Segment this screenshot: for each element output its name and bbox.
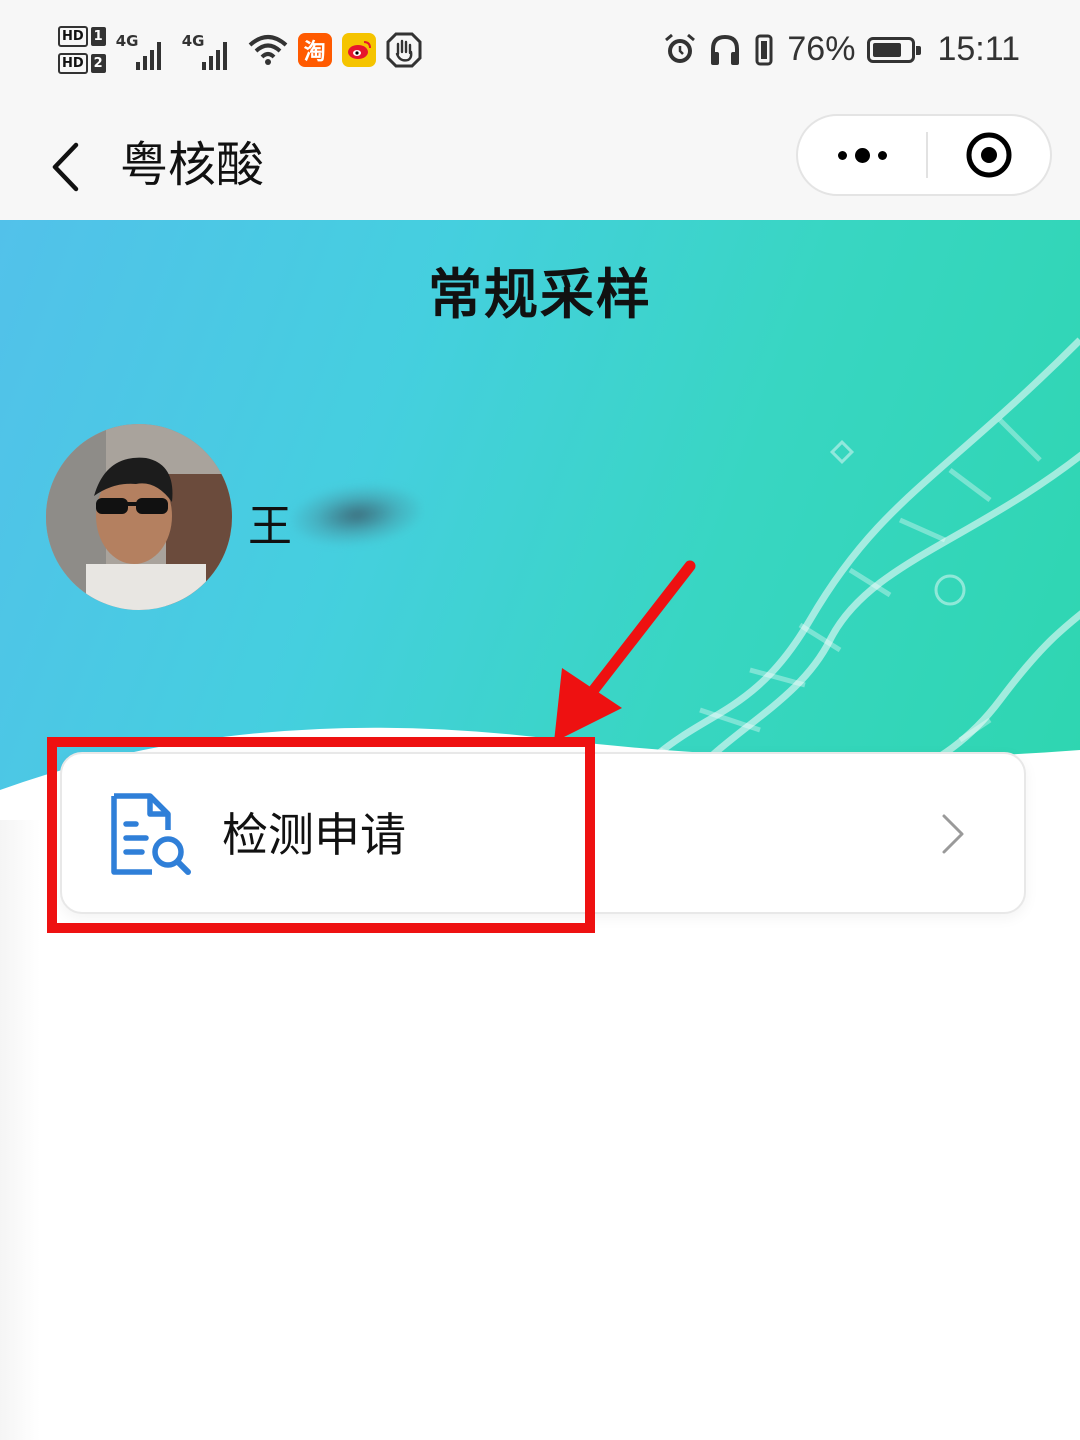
avatar [46,424,232,610]
privacy-blur [289,479,425,551]
sim1-number: 1 [90,27,106,46]
close-mini-program-button[interactable] [928,116,1050,194]
avatar-photo [46,424,232,610]
chevron-left-icon [52,142,79,192]
more-button[interactable] [798,116,926,194]
battery-percent: 76% [787,30,856,68]
chevron-right-icon [942,814,964,854]
more-dots-icon [837,147,887,163]
sim-indicators: HD 1 HD 2 [58,26,106,74]
sim2-number: 2 [90,54,106,73]
taobao-icon-text: 淘 [303,40,326,65]
menu-item-label: 检测申请 [222,808,406,862]
status-left-group: HD 1 HD 2 4G 4G 淘 [58,26,422,74]
sim2-indicator: HD 2 [58,53,106,74]
signal-1-icon: 4G [116,28,172,72]
vibrate-icon [755,34,773,65]
headphones-icon [711,34,740,65]
sim2-hd-label: HD [58,53,88,74]
status-bar: HD 1 HD 2 4G 4G 淘 76% 15:11 [0,0,1080,110]
battery-fill [873,42,901,57]
status-right-group: 76% 15:11 [663,30,1020,69]
user-name: 王 [248,501,292,552]
menu-item-test-application[interactable]: 检测申请 [60,752,1026,914]
wifi-icon [248,35,288,65]
sim1-indicator: HD 1 [58,26,106,47]
mini-program-capsule [796,114,1052,196]
sim1-hd-label: HD [58,26,88,47]
alarm-icon [665,33,696,63]
document-search-icon [111,793,191,875]
weibo-icon [341,33,376,67]
clock: 15:11 [937,30,1020,68]
hand-icon [386,32,422,68]
target-close-icon [966,132,1012,178]
banner-title: 常规采样 [428,263,652,326]
content-area [0,820,40,1440]
banner: 常规采样 王 [0,220,1080,820]
nav-bar: 粤核酸 [0,110,1080,220]
signal-2-icon: 4G [182,28,238,72]
page-title: 粤核酸 [120,137,265,193]
battery-icon [867,36,922,63]
back-button[interactable] [40,132,90,202]
taobao-icon: 淘 [297,33,332,67]
